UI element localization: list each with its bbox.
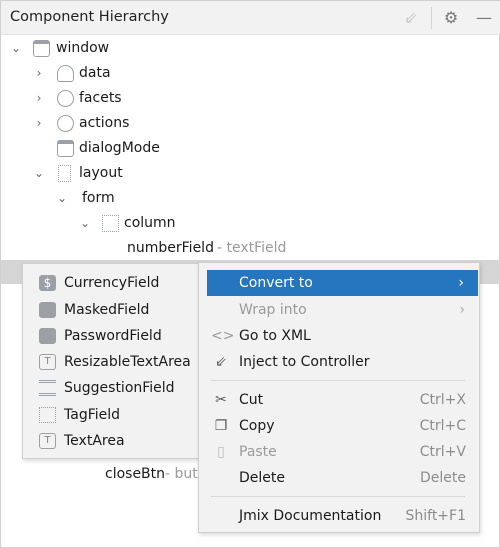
tree-label: window [56, 40, 110, 56]
submenu-item-passwordfield[interactable]: PasswordField [23, 323, 202, 349]
text-area-icon: T [39, 354, 56, 370]
data-icon [57, 65, 74, 82]
submenu-label: CurrencyField [64, 275, 160, 291]
scissors-icon: ✂ [215, 392, 227, 408]
tree-label: numberField [127, 240, 214, 256]
actions-icon [57, 115, 74, 132]
menu-label: Jmix Documentation [239, 508, 382, 524]
gear-icon[interactable]: ⚙ [442, 9, 460, 27]
tree-node-layout[interactable]: ⌄ layout [1, 161, 301, 186]
password-field-icon [39, 328, 56, 344]
submenu-label: ResizableTextArea [64, 354, 191, 370]
tree-type: - but [165, 466, 198, 482]
chevron-right-icon: › [459, 302, 465, 318]
tree-node-facets[interactable]: › facets [1, 86, 301, 111]
menu-separator [211, 380, 465, 381]
tree-label: dialogMode [79, 140, 160, 156]
window-icon [33, 40, 50, 57]
tree-label: facets [79, 90, 122, 106]
chevron-right-icon: › [458, 275, 464, 291]
context-menu: Convert to › Wrap into › <> Go to XML ⇙ … [198, 262, 480, 533]
convert-submenu: $ CurrencyField MaskedField PasswordFiel… [22, 263, 203, 459]
submenu-label: TagField [64, 407, 121, 423]
menu-separator [211, 496, 465, 497]
chevron-right-icon[interactable]: › [32, 111, 46, 136]
tree-label: form [82, 190, 115, 206]
submenu-item-tagfield[interactable]: TagField [23, 402, 202, 428]
facets-icon [57, 90, 74, 107]
menu-item-go-to-xml[interactable]: <> Go to XML [199, 323, 479, 349]
panel-title: Component Hierarchy [10, 9, 169, 25]
menu-shortcut: Ctrl+C [419, 418, 466, 434]
dialog-icon [57, 140, 74, 157]
submenu-item-maskedfield[interactable]: MaskedField [23, 297, 202, 323]
menu-label: Copy [239, 418, 275, 434]
menu-item-delete[interactable]: Delete Delete [199, 465, 479, 491]
tree-node-window[interactable]: ⌄ window [1, 36, 301, 61]
tree-node-data[interactable]: › data [1, 61, 301, 86]
menu-label: Go to XML [239, 328, 311, 344]
tree-node-numberfield[interactable]: numberField - textField [1, 236, 301, 261]
tree-node-column[interactable]: ⌄ column [1, 211, 301, 236]
tree-node-form[interactable]: ⌄ form [1, 186, 301, 211]
panel-header: Component Hierarchy ⇙ ⚙ — [1, 1, 500, 35]
tree-node-closebtn[interactable]: closeBtn - but [1, 462, 201, 487]
submenu-item-resizabletextarea[interactable]: T ResizableTextArea [23, 349, 202, 375]
chevron-down-icon[interactable]: ⌄ [9, 36, 23, 61]
inject-icon[interactable]: ⇙ [402, 9, 420, 27]
tree-label: column [124, 215, 176, 231]
text-area-icon: T [39, 433, 56, 449]
submenu-label: PasswordField [64, 328, 162, 344]
paste-icon: ▯ [217, 444, 225, 460]
submenu-item-textarea[interactable]: T TextArea [23, 428, 202, 454]
menu-label: Paste [239, 444, 277, 460]
menu-item-paste[interactable]: ▯ Paste Ctrl+V [199, 439, 479, 465]
menu-label: Cut [239, 392, 264, 408]
submenu-label: SuggestionField [64, 380, 175, 396]
menu-item-jmix-documentation[interactable]: Jmix Documentation Shift+F1 [199, 503, 479, 529]
chevron-down-icon[interactable]: ⌄ [55, 186, 69, 211]
tree-node-dialogmode[interactable]: dialogMode [1, 136, 301, 161]
submenu-label: MaskedField [64, 302, 150, 318]
tree-node-actions[interactable]: › actions [1, 111, 301, 136]
chevron-down-icon[interactable]: ⌄ [78, 211, 92, 236]
tree-label: closeBtn [105, 466, 166, 482]
menu-item-convert-to[interactable]: Convert to › [207, 270, 478, 296]
column-icon [102, 215, 119, 232]
tree-label: data [79, 65, 111, 81]
submenu-item-suggestionfield[interactable]: SuggestionField [23, 375, 202, 401]
tag-field-icon [39, 407, 56, 423]
code-brackets-icon: <> [211, 328, 235, 344]
suggestion-field-icon [39, 380, 56, 396]
chevron-right-icon[interactable]: › [32, 86, 46, 111]
chevron-down-icon[interactable]: ⌄ [32, 161, 46, 186]
menu-item-wrap-into[interactable]: Wrap into › [199, 297, 479, 323]
layout-icon [58, 165, 71, 182]
dollar-icon: $ [39, 275, 56, 291]
menu-label: Wrap into [239, 302, 307, 318]
tree-label: actions [79, 115, 130, 131]
menu-shortcut: Shift+F1 [405, 508, 466, 524]
menu-item-cut[interactable]: ✂ Cut Ctrl+X [199, 387, 479, 413]
menu-shortcut: Ctrl+V [419, 444, 466, 460]
menu-item-inject-to-controller[interactable]: ⇙ Inject to Controller [199, 349, 479, 375]
menu-label: Convert to [239, 275, 313, 291]
submenu-label: TextArea [64, 433, 125, 449]
copy-icon: ❐ [214, 418, 228, 434]
menu-label: Delete [239, 470, 285, 486]
menu-label: Inject to Controller [239, 354, 370, 370]
menu-shortcut: Ctrl+X [419, 392, 466, 408]
masked-field-icon [39, 302, 56, 318]
inject-icon: ⇙ [215, 354, 227, 370]
tree-type: - textField [217, 240, 287, 256]
submenu-item-currencyfield[interactable]: $ CurrencyField [23, 270, 202, 296]
divider [431, 7, 432, 29]
chevron-right-icon[interactable]: › [32, 61, 46, 86]
tree-label: layout [79, 165, 123, 181]
menu-item-copy[interactable]: ❐ Copy Ctrl+C [199, 413, 479, 439]
menu-shortcut: Delete [420, 470, 466, 486]
minimize-icon[interactable]: — [475, 9, 493, 27]
